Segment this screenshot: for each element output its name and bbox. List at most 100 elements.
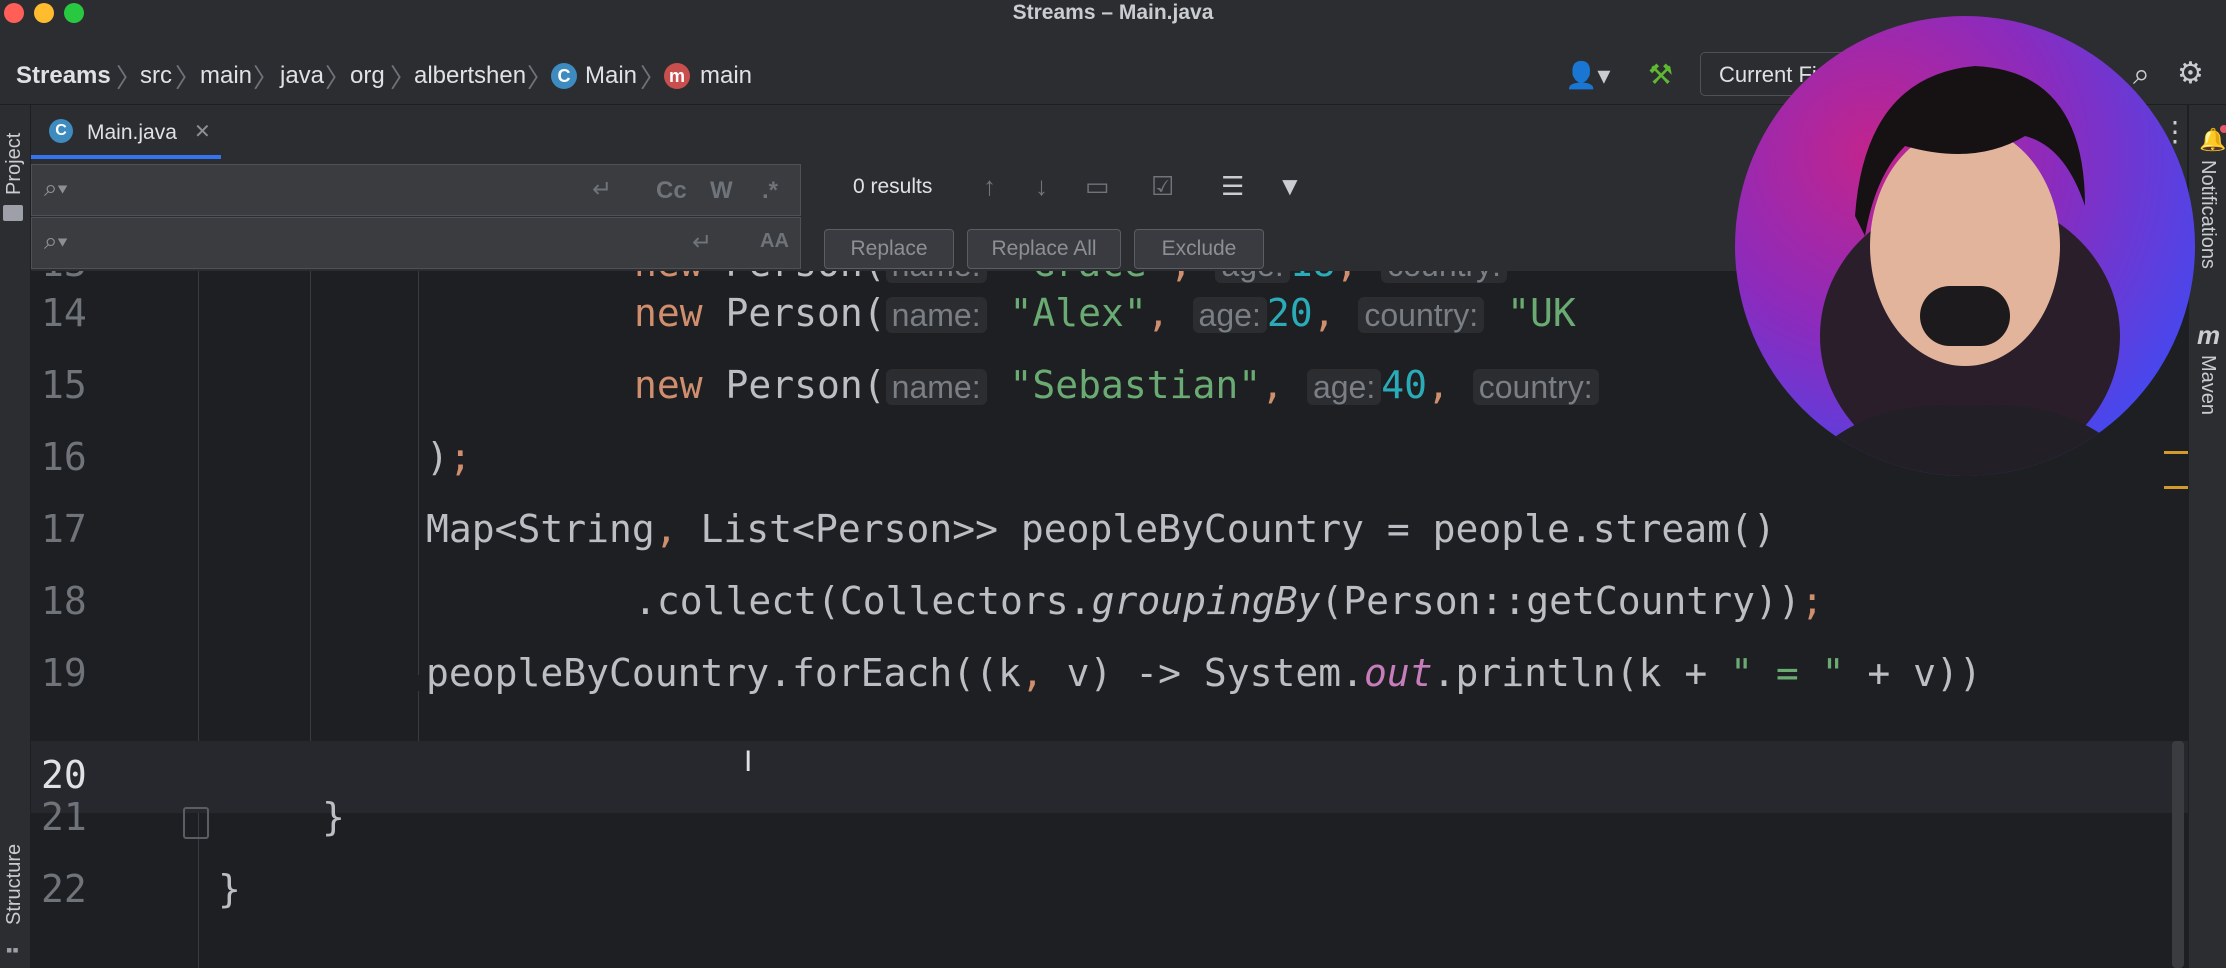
match-case-toggle[interactable]: Cc xyxy=(656,177,687,205)
notifications-tool-window-button[interactable]: Notifications xyxy=(2196,160,2219,269)
search-input[interactable]: ⌕▾ ↵ Cc W .* xyxy=(31,164,801,216)
code-line-19: 19 peopleByCountry.forEach((k, v) -> Sys… xyxy=(31,639,2188,711)
code-token: , xyxy=(654,507,678,551)
class-icon: C xyxy=(551,63,577,89)
new-line-icon[interactable]: ↵ xyxy=(692,228,712,257)
code-line-22: 22 } xyxy=(31,855,2188,927)
code-token: ; xyxy=(448,435,472,479)
gear-icon[interactable]: ⚙ xyxy=(2177,56,2204,91)
maven-tool-window-button[interactable]: Maven xyxy=(2196,355,2219,415)
structure-tool-window-button[interactable]: Structure xyxy=(3,844,26,925)
structure-icon: ▪▪ xyxy=(6,940,19,960)
keyword: new xyxy=(634,291,726,335)
profile-icon[interactable]: 👤▾ xyxy=(1565,60,1610,91)
code-line-21: 21 } xyxy=(31,783,2188,855)
filter-icon[interactable]: ▼ xyxy=(1277,171,1303,202)
notification-dot xyxy=(2220,125,2226,133)
string-literal: "UK xyxy=(1507,291,1576,335)
param-hint: name: xyxy=(885,369,987,405)
code-line-17: 17 Map<String, List<Person>> peopleByCou… xyxy=(31,495,2188,567)
breadcrumb-java[interactable]: java xyxy=(280,62,324,90)
param-hint: country: xyxy=(1472,369,1599,405)
breadcrumb-main[interactable]: main xyxy=(200,62,252,90)
previous-occurrence-icon[interactable]: ↑ xyxy=(983,171,996,202)
line-number: 18 xyxy=(41,579,87,623)
search-icon[interactable]: ⌕ xyxy=(2133,58,2150,92)
breadcrumb-class[interactable]: Main xyxy=(585,62,637,90)
breadcrumb-src[interactable]: src xyxy=(140,62,172,90)
change-marker xyxy=(2164,486,2188,489)
tab-main-java[interactable]: C Main.java ✕ xyxy=(31,105,221,159)
code-token: Map<String xyxy=(426,507,655,551)
build-hammer-icon[interactable]: ⚒ xyxy=(1648,58,1673,91)
presenter-video-image xyxy=(1795,66,2145,476)
regex-toggle[interactable]: .* xyxy=(762,177,778,205)
maven-icon: m xyxy=(2197,320,2221,350)
line-number: 16 xyxy=(41,435,87,479)
replace-input[interactable]: ⌕▾ ↵ AA xyxy=(31,217,801,269)
presenter-webcam-overlay xyxy=(1735,16,2195,476)
left-tool-strip: Project Structure ▪▪ xyxy=(0,105,31,968)
param-hint: country: xyxy=(1358,297,1485,333)
code-token: } xyxy=(322,795,345,839)
number-literal: 40 xyxy=(1381,363,1427,407)
project-tool-window-button[interactable]: Project xyxy=(3,133,26,195)
param-hint: name: xyxy=(885,297,987,333)
vertical-scrollbar[interactable] xyxy=(2172,741,2184,968)
whole-words-toggle[interactable]: W xyxy=(710,177,733,205)
filter-options-icon[interactable]: ☰ xyxy=(1221,171,1244,202)
constructor-call: Person( xyxy=(725,291,886,335)
preserve-case-toggle[interactable]: AA xyxy=(760,230,789,253)
number-literal: 20 xyxy=(1266,291,1313,335)
keyword: new xyxy=(634,363,726,407)
code-token: peopleByCountry.forEach((k xyxy=(426,651,1021,695)
code-token: (Person::getCountry)) xyxy=(1320,579,1801,623)
chevron-right-icon: 〉 xyxy=(527,63,554,93)
text-cursor-icon: I xyxy=(744,745,753,778)
code-token: , xyxy=(1020,651,1044,695)
line-number: 19 xyxy=(41,651,87,695)
folder-icon xyxy=(3,205,23,221)
code-token: .collect(Collectors. xyxy=(634,579,1092,623)
window-title: Streams – Main.java xyxy=(1012,1,1214,24)
replace-all-button[interactable]: Replace All xyxy=(967,229,1121,269)
code-token: + v)) xyxy=(1844,651,1982,695)
search-icon: ⌕▾ xyxy=(44,175,68,202)
close-tab-icon[interactable]: ✕ xyxy=(194,119,211,144)
exclude-button[interactable]: Exclude xyxy=(1134,229,1264,269)
tab-label: Main.java xyxy=(87,121,177,144)
code-token: ) xyxy=(426,435,449,479)
code-token: v) -> System. xyxy=(1043,651,1365,695)
code-token: ; xyxy=(1800,579,1824,623)
string-literal: " = " xyxy=(1730,651,1845,695)
new-line-icon[interactable]: ↵ xyxy=(592,175,612,204)
multiline-icon[interactable]: ☑ xyxy=(1151,171,1174,202)
method-icon: m xyxy=(664,63,690,89)
next-occurrence-icon[interactable]: ↓ xyxy=(1035,171,1048,202)
search-results-count: 0 results xyxy=(853,175,933,198)
code-token: List<Person>> peopleByCountry = people.s… xyxy=(677,507,1776,551)
replace-button[interactable]: Replace xyxy=(824,229,954,269)
code-token: } xyxy=(218,867,241,911)
breadcrumb-package[interactable]: albertshen xyxy=(414,62,526,90)
constructor-call: Person( xyxy=(725,363,886,407)
chevron-right-icon: 〉 xyxy=(640,63,667,93)
change-marker xyxy=(2164,451,2188,454)
fold-marker-icon[interactable] xyxy=(183,807,209,839)
static-method-call: groupingBy xyxy=(1091,579,1321,623)
select-all-occurrences-icon[interactable]: ▭ xyxy=(1085,171,1110,202)
chevron-right-icon: 〉 xyxy=(325,63,352,93)
string-literal: "Sebastian" xyxy=(1009,363,1262,407)
param-hint: age: xyxy=(1192,297,1267,333)
code-token: .println(k + xyxy=(1432,651,1731,695)
breadcrumb-org[interactable]: org xyxy=(350,62,385,90)
breadcrumb-project[interactable]: Streams xyxy=(16,62,111,90)
chevron-right-icon: 〉 xyxy=(253,63,280,93)
param-hint: age: xyxy=(1306,369,1382,405)
class-icon: C xyxy=(49,119,73,143)
line-number: 15 xyxy=(41,363,87,407)
chevron-right-icon: 〉 xyxy=(116,63,143,93)
chevron-right-icon: 〉 xyxy=(390,63,417,93)
line-number: 22 xyxy=(41,867,87,911)
breadcrumb-method[interactable]: main xyxy=(700,62,752,90)
